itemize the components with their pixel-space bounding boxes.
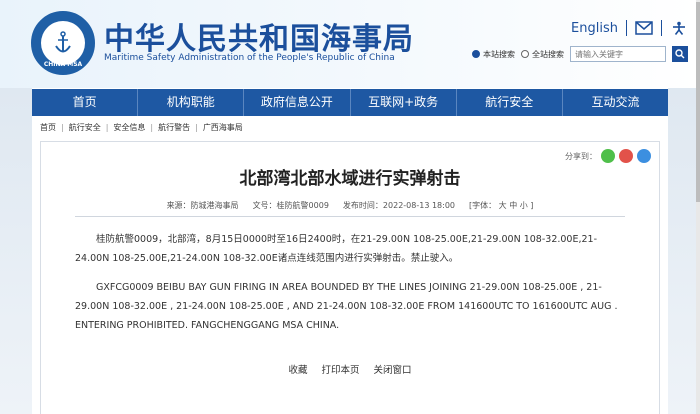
article-date: 发布时间：2022-08-13 18:00 bbox=[342, 201, 456, 210]
logo-emblem bbox=[41, 21, 85, 65]
divider bbox=[626, 20, 627, 36]
search-bar: 本站搜索 全站搜索 bbox=[472, 46, 688, 62]
site-title[interactable]: 中华人民共和国海事局 bbox=[104, 14, 414, 58]
article-paragraph-en: GXFCG0009 BEIBU BAY GUN FIRING IN AREA B… bbox=[75, 282, 618, 331]
share-bar: 分享到： bbox=[565, 149, 651, 163]
nav-item-home[interactable]: 首页 bbox=[32, 89, 139, 116]
font-size-switcher[interactable]: [字体： 大 中 小 ] bbox=[469, 200, 533, 211]
weibo-icon[interactable] bbox=[619, 149, 633, 163]
article-meta: 来源：防城港海事局 文号：桂防航警0009 发布时间：2022-08-13 18… bbox=[41, 200, 659, 211]
search-scope-site[interactable]: 本站搜索 bbox=[472, 49, 515, 60]
favorite-button[interactable]: 收藏 bbox=[288, 362, 307, 376]
breadcrumb-item[interactable]: 广西海事局 bbox=[203, 122, 243, 133]
nav-item-interaction[interactable]: 互动交流 bbox=[563, 89, 668, 116]
article-title: 北部湾北部水域进行实弹射击 bbox=[239, 169, 461, 189]
anchor-icon bbox=[55, 31, 71, 53]
logo-text: CHINA MSA bbox=[43, 61, 83, 68]
article-panel: 分享到： 北部湾北部水域进行实弹射击 来源：防城港海事局 文号：桂防航警0009… bbox=[40, 141, 660, 414]
breadcrumb-item[interactable]: 航行安全 bbox=[69, 122, 101, 133]
article-doc-number: 文号：桂防航警0009 bbox=[252, 201, 329, 210]
article-source: 来源：防城港海事局 bbox=[166, 201, 239, 210]
search-scope-all[interactable]: 全站搜索 bbox=[521, 49, 564, 60]
nav-item-internet-gov[interactable]: 互联网+政务 bbox=[351, 89, 457, 116]
nav-item-functions[interactable]: 机构职能 bbox=[138, 89, 245, 116]
search-button[interactable] bbox=[672, 46, 688, 62]
breadcrumb-item[interactable]: 航行警告 bbox=[158, 122, 190, 133]
search-icon bbox=[675, 49, 685, 59]
scrollbar-thumb[interactable] bbox=[696, 2, 700, 202]
breadcrumb-separator: | bbox=[105, 123, 109, 132]
divider bbox=[661, 20, 662, 36]
qq-icon[interactable] bbox=[637, 149, 651, 163]
mail-icon[interactable] bbox=[635, 21, 653, 35]
breadcrumb-item[interactable]: 首页 bbox=[40, 122, 56, 133]
radio-selected-icon bbox=[472, 50, 480, 58]
english-link[interactable]: English bbox=[571, 21, 618, 36]
accessibility-icon[interactable] bbox=[670, 21, 688, 35]
site-subtitle: Maritime Safety Administration of the Pe… bbox=[104, 53, 395, 63]
top-links: English bbox=[571, 20, 688, 36]
wechat-icon[interactable] bbox=[601, 149, 615, 163]
divider bbox=[75, 216, 625, 217]
print-button[interactable]: 打印本页 bbox=[321, 362, 359, 376]
search-input[interactable] bbox=[570, 46, 666, 62]
search-scope-site-label: 本站搜索 bbox=[483, 49, 515, 59]
article-paragraph-cn: 桂防航警0009，北部湾，8月15日0000时至16日2400时，在21-29.… bbox=[75, 234, 598, 264]
breadcrumb-item[interactable]: 安全信息 bbox=[113, 122, 145, 133]
breadcrumb: 首页 | 航行安全 | 安全信息 | 航行警告 | 广西海事局 bbox=[40, 122, 243, 133]
breadcrumb-separator: | bbox=[61, 123, 64, 132]
scrollbar[interactable] bbox=[696, 0, 700, 414]
search-scope-all-label: 全站搜索 bbox=[532, 49, 564, 59]
nav-item-navigation-safety[interactable]: 航行安全 bbox=[457, 89, 563, 116]
nav-item-gov-info[interactable]: 政府信息公开 bbox=[244, 89, 351, 116]
main-nav: 首页 机构职能 政府信息公开 互联网+政务 航行安全 互动交流 bbox=[32, 89, 668, 116]
article-actions: 收藏 打印本页 关闭窗口 bbox=[41, 362, 659, 376]
radio-unselected-icon bbox=[521, 50, 529, 58]
breadcrumb-separator: | bbox=[150, 123, 154, 132]
share-label: 分享到： bbox=[565, 151, 597, 161]
msa-logo[interactable]: CHINA MSA bbox=[31, 11, 95, 75]
breadcrumb-separator: | bbox=[195, 123, 198, 132]
close-window-button[interactable]: 关闭窗口 bbox=[374, 362, 412, 376]
site-header: CHINA MSA 中华人民共和国海事局 Maritime Safety Adm… bbox=[0, 0, 700, 88]
left-background-strip bbox=[0, 88, 32, 414]
